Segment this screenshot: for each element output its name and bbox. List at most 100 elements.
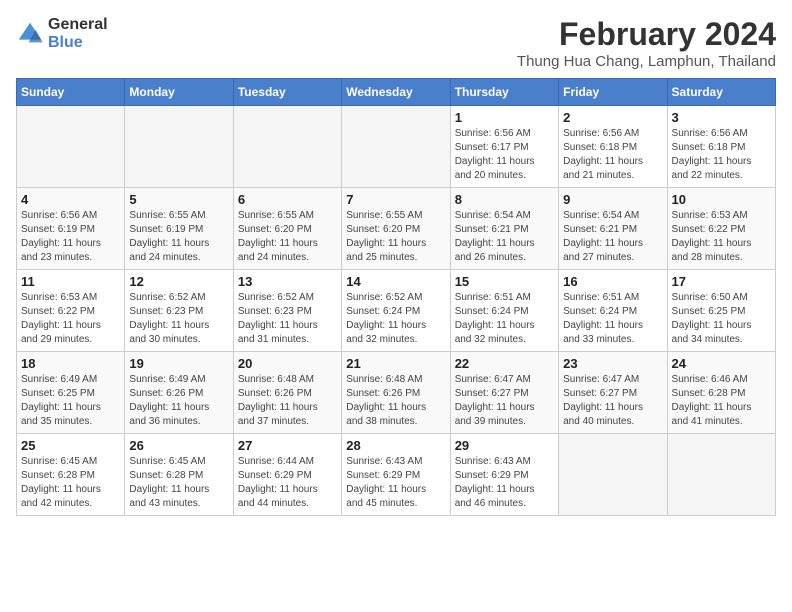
day-number: 29 (455, 438, 554, 453)
calendar-cell (125, 106, 233, 188)
day-number: 13 (238, 274, 337, 289)
day-info: Sunrise: 6:47 AM Sunset: 6:27 PM Dayligh… (455, 373, 554, 429)
day-number: 22 (455, 356, 554, 371)
day-number: 24 (672, 356, 771, 371)
calendar-cell: 17 Sunrise: 6:50 AM Sunset: 6:25 PM Dayli… (667, 270, 775, 352)
calendar-cell: 11 Sunrise: 6:53 AM Sunset: 6:22 PM Dayli… (17, 270, 125, 352)
calendar-cell: 22 Sunrise: 6:47 AM Sunset: 6:27 PM Dayli… (450, 352, 558, 434)
calendar-cell: 12 Sunrise: 6:52 AM Sunset: 6:23 PM Dayli… (125, 270, 233, 352)
day-number: 17 (672, 274, 771, 289)
day-info: Sunrise: 6:43 AM Sunset: 6:29 PM Dayligh… (455, 455, 554, 511)
page-title: February 2024 (517, 16, 776, 53)
day-number: 5 (129, 192, 228, 207)
day-number: 26 (129, 438, 228, 453)
day-number: 4 (21, 192, 120, 207)
header-tuesday: Tuesday (233, 79, 341, 106)
header-wednesday: Wednesday (342, 79, 450, 106)
page-subtitle: Thung Hua Chang, Lamphun, Thailand (517, 53, 776, 70)
day-info: Sunrise: 6:52 AM Sunset: 6:24 PM Dayligh… (346, 291, 445, 347)
calendar-week-3: 11 Sunrise: 6:53 AM Sunset: 6:22 PM Dayli… (17, 270, 776, 352)
calendar-cell (233, 106, 341, 188)
day-info: Sunrise: 6:54 AM Sunset: 6:21 PM Dayligh… (563, 209, 662, 265)
calendar-cell: 5 Sunrise: 6:55 AM Sunset: 6:19 PM Daylig… (125, 188, 233, 270)
day-info: Sunrise: 6:55 AM Sunset: 6:20 PM Dayligh… (346, 209, 445, 265)
day-info: Sunrise: 6:50 AM Sunset: 6:25 PM Dayligh… (672, 291, 771, 347)
day-number: 3 (672, 110, 771, 125)
day-info: Sunrise: 6:45 AM Sunset: 6:28 PM Dayligh… (21, 455, 120, 511)
calendar-cell: 9 Sunrise: 6:54 AM Sunset: 6:21 PM Daylig… (559, 188, 667, 270)
day-number: 20 (238, 356, 337, 371)
calendar-cell: 15 Sunrise: 6:51 AM Sunset: 6:24 PM Dayli… (450, 270, 558, 352)
calendar-cell: 25Sunrise: 6:45 AM Sunset: 6:28 PM Dayli… (17, 434, 125, 516)
calendar-cell: 13 Sunrise: 6:52 AM Sunset: 6:23 PM Dayli… (233, 270, 341, 352)
day-number: 12 (129, 274, 228, 289)
day-number: 2 (563, 110, 662, 125)
calendar-cell (342, 106, 450, 188)
day-number: 1 (455, 110, 554, 125)
day-info: Sunrise: 6:56 AM Sunset: 6:19 PM Dayligh… (21, 209, 120, 265)
calendar-cell: 29 Sunrise: 6:43 AM Sunset: 6:29 PM Dayli… (450, 434, 558, 516)
day-info: Sunrise: 6:46 AM Sunset: 6:28 PM Dayligh… (672, 373, 771, 429)
calendar-cell: 21 Sunrise: 6:48 AM Sunset: 6:26 PM Dayli… (342, 352, 450, 434)
calendar-cell: 26 Sunrise: 6:45 AM Sunset: 6:28 PM Dayli… (125, 434, 233, 516)
day-number: 15 (455, 274, 554, 289)
day-number: 11 (21, 274, 120, 289)
day-info: Sunrise: 6:53 AM Sunset: 6:22 PM Dayligh… (672, 209, 771, 265)
day-number: 6 (238, 192, 337, 207)
calendar-cell: 24 Sunrise: 6:46 AM Sunset: 6:28 PM Dayli… (667, 352, 775, 434)
header-thursday: Thursday (450, 79, 558, 106)
day-info: Sunrise: 6:47 AM Sunset: 6:27 PM Dayligh… (563, 373, 662, 429)
calendar-cell: 4 Sunrise: 6:56 AM Sunset: 6:19 PM Daylig… (17, 188, 125, 270)
day-info: Sunrise: 6:48 AM Sunset: 6:26 PM Dayligh… (238, 373, 337, 429)
day-number: 10 (672, 192, 771, 207)
header-saturday: Saturday (667, 79, 775, 106)
day-info: Sunrise: 6:55 AM Sunset: 6:20 PM Dayligh… (238, 209, 337, 265)
calendar-cell: 1 Sunrise: 6:56 AM Sunset: 6:17 PM Daylig… (450, 106, 558, 188)
day-number: 8 (455, 192, 554, 207)
day-info: Sunrise: 6:48 AM Sunset: 6:26 PM Dayligh… (346, 373, 445, 429)
calendar-week-5: 25Sunrise: 6:45 AM Sunset: 6:28 PM Dayli… (17, 434, 776, 516)
calendar-cell: 7 Sunrise: 6:55 AM Sunset: 6:20 PM Daylig… (342, 188, 450, 270)
logo-icon (16, 20, 44, 48)
day-info: Sunrise: 6:52 AM Sunset: 6:23 PM Dayligh… (238, 291, 337, 347)
calendar-week-4: 18Sunrise: 6:49 AM Sunset: 6:25 PM Dayli… (17, 352, 776, 434)
day-number: 14 (346, 274, 445, 289)
day-info: Sunrise: 6:54 AM Sunset: 6:21 PM Dayligh… (455, 209, 554, 265)
calendar-cell: 2Sunrise: 6:56 AM Sunset: 6:18 PM Daylig… (559, 106, 667, 188)
day-info: Sunrise: 6:43 AM Sunset: 6:29 PM Dayligh… (346, 455, 445, 511)
calendar-cell: 28 Sunrise: 6:43 AM Sunset: 6:29 PM Dayli… (342, 434, 450, 516)
day-number: 28 (346, 438, 445, 453)
header-friday: Friday (559, 79, 667, 106)
calendar-week-2: 4 Sunrise: 6:56 AM Sunset: 6:19 PM Daylig… (17, 188, 776, 270)
calendar-cell: 19Sunrise: 6:49 AM Sunset: 6:26 PM Dayli… (125, 352, 233, 434)
calendar-cell: 14 Sunrise: 6:52 AM Sunset: 6:24 PM Dayli… (342, 270, 450, 352)
day-number: 21 (346, 356, 445, 371)
logo-text: General Blue (48, 16, 108, 52)
day-number: 9 (563, 192, 662, 207)
day-info: Sunrise: 6:55 AM Sunset: 6:19 PM Dayligh… (129, 209, 228, 265)
day-number: 7 (346, 192, 445, 207)
day-info: Sunrise: 6:56 AM Sunset: 6:17 PM Dayligh… (455, 127, 554, 183)
day-info: Sunrise: 6:49 AM Sunset: 6:26 PM Dayligh… (129, 373, 228, 429)
calendar-cell (559, 434, 667, 516)
day-info: Sunrise: 6:56 AM Sunset: 6:18 PM Dayligh… (672, 127, 771, 183)
day-info: Sunrise: 6:44 AM Sunset: 6:29 PM Dayligh… (238, 455, 337, 511)
day-number: 16 (563, 274, 662, 289)
header-monday: Monday (125, 79, 233, 106)
calendar-cell: 18Sunrise: 6:49 AM Sunset: 6:25 PM Dayli… (17, 352, 125, 434)
calendar-cell: 8 Sunrise: 6:54 AM Sunset: 6:21 PM Daylig… (450, 188, 558, 270)
calendar-cell: 23Sunrise: 6:47 AM Sunset: 6:27 PM Dayli… (559, 352, 667, 434)
calendar-cell: 3 Sunrise: 6:56 AM Sunset: 6:18 PM Daylig… (667, 106, 775, 188)
title-area: February 2024 Thung Hua Chang, Lamphun, … (517, 16, 776, 70)
day-info: Sunrise: 6:52 AM Sunset: 6:23 PM Dayligh… (129, 291, 228, 347)
day-number: 27 (238, 438, 337, 453)
header: General Blue February 2024 Thung Hua Cha… (16, 16, 776, 70)
calendar-cell: 16 Sunrise: 6:51 AM Sunset: 6:24 PM Dayli… (559, 270, 667, 352)
calendar-cell: 10 Sunrise: 6:53 AM Sunset: 6:22 PM Dayli… (667, 188, 775, 270)
day-info: Sunrise: 6:49 AM Sunset: 6:25 PM Dayligh… (21, 373, 120, 429)
day-info: Sunrise: 6:45 AM Sunset: 6:28 PM Dayligh… (129, 455, 228, 511)
header-sunday: Sunday (17, 79, 125, 106)
day-info: Sunrise: 6:51 AM Sunset: 6:24 PM Dayligh… (563, 291, 662, 347)
day-info: Sunrise: 6:53 AM Sunset: 6:22 PM Dayligh… (21, 291, 120, 347)
day-info: Sunrise: 6:51 AM Sunset: 6:24 PM Dayligh… (455, 291, 554, 347)
